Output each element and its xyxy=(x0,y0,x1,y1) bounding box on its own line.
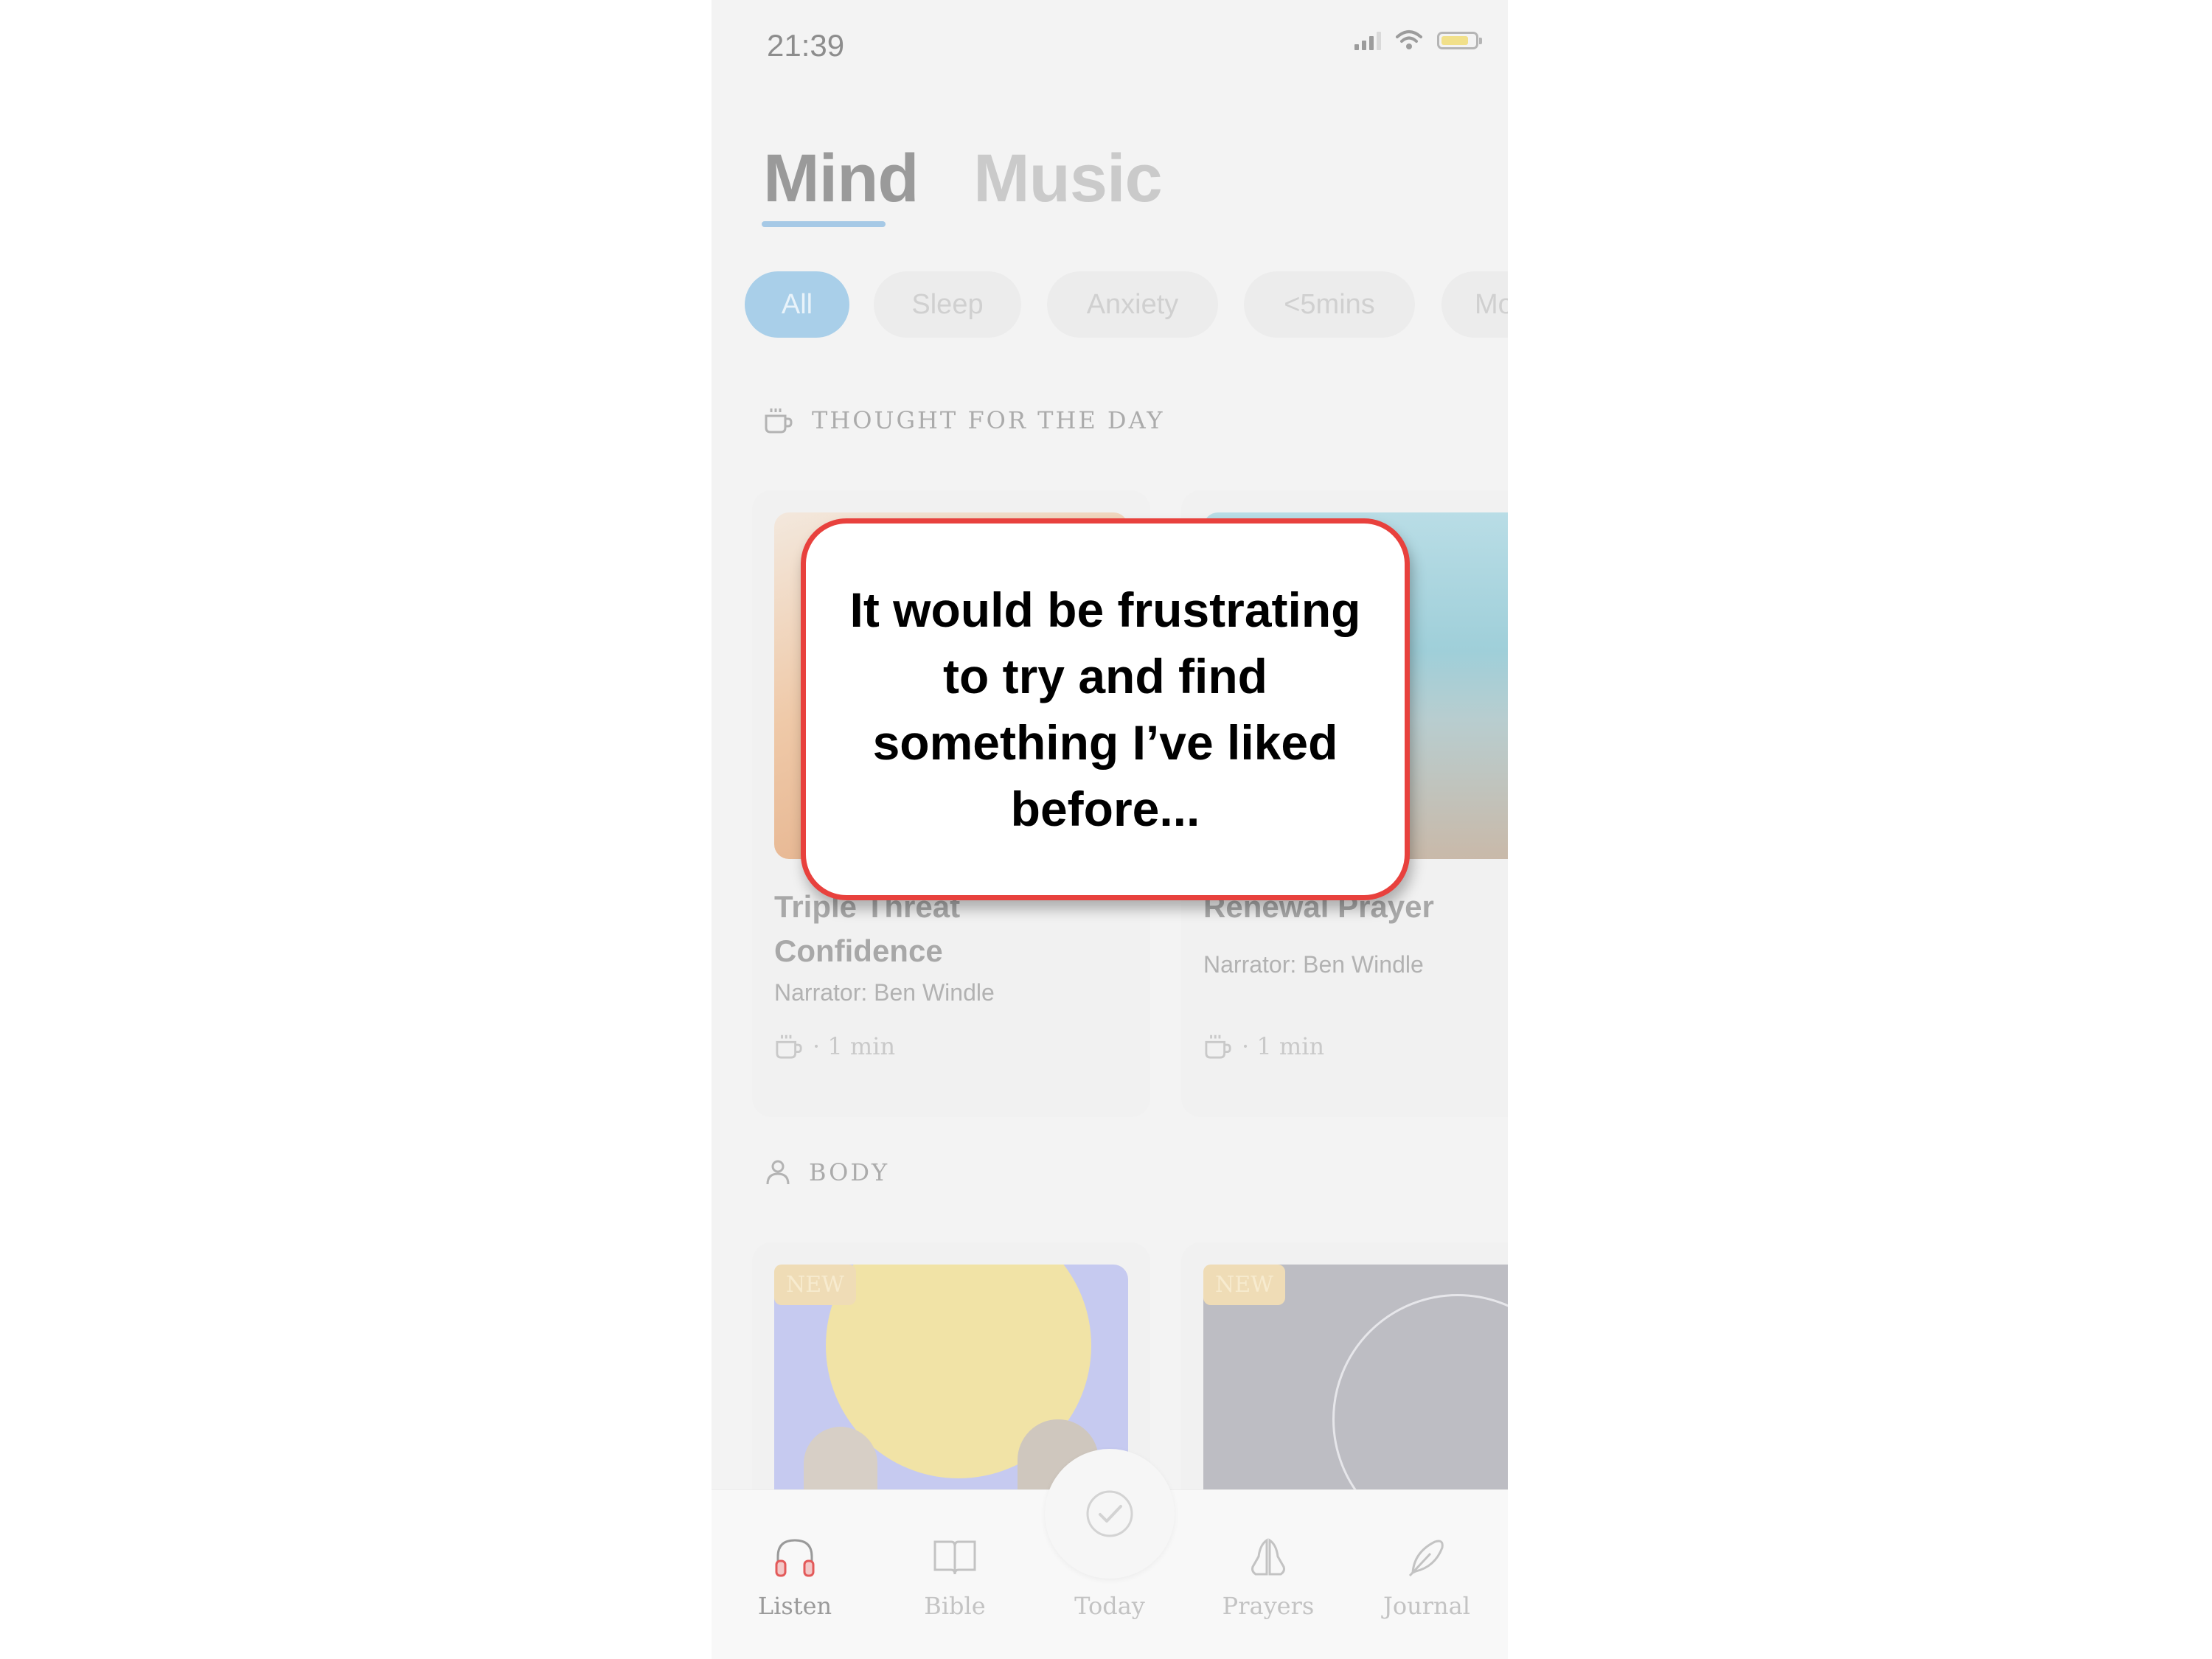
person-icon xyxy=(766,1160,790,1185)
nav-bible[interactable]: Bible xyxy=(896,1534,1014,1620)
check-circle-icon xyxy=(1086,1490,1133,1537)
tab-music[interactable]: Music xyxy=(973,140,1163,218)
chip-all[interactable]: All xyxy=(745,271,849,338)
cup-icon xyxy=(1205,1034,1231,1059)
section-label: THOUGHT FOR THE DAY xyxy=(812,406,1165,434)
chip-more[interactable]: Mo xyxy=(1441,271,1508,338)
book-icon xyxy=(933,1540,976,1575)
card-meta: · 1 min xyxy=(1203,1032,1324,1060)
nav-listen[interactable]: Listen xyxy=(736,1534,854,1620)
card-narrator: Narrator: Ben Windle xyxy=(1203,951,1424,978)
card-duration: · 1 min xyxy=(813,1032,896,1060)
chip-anxiety[interactable]: Anxiety xyxy=(1047,271,1218,338)
status-time: 21:39 xyxy=(767,28,845,63)
nav-label: Journal xyxy=(1383,1592,1470,1620)
wifi-icon xyxy=(1396,30,1422,49)
new-badge: NEW xyxy=(774,1265,856,1305)
headphones-icon xyxy=(775,1539,815,1577)
chip-under-5-mins[interactable]: <5mins xyxy=(1244,271,1415,338)
new-badge: NEW xyxy=(1203,1265,1285,1305)
tab-mind[interactable]: Mind xyxy=(763,140,919,218)
annotation-callout: It would be frustrating to try and find … xyxy=(801,518,1410,900)
nav-journal[interactable]: Journal xyxy=(1368,1534,1486,1620)
chip-sleep[interactable]: Sleep xyxy=(874,271,1021,338)
card-meta: · 1 min xyxy=(774,1032,895,1060)
cup-icon xyxy=(765,408,793,434)
nav-label: Listen xyxy=(757,1592,832,1620)
nav-prayers[interactable]: Prayers xyxy=(1209,1534,1327,1620)
card-narrator: Narrator: Ben Windle xyxy=(774,979,995,1006)
praying-hands-icon xyxy=(1251,1538,1285,1576)
nav-label: Bible xyxy=(924,1592,986,1620)
today-button[interactable] xyxy=(1045,1449,1175,1579)
active-tab-underline xyxy=(762,221,886,227)
callout-text: It would be frustrating to try and find … xyxy=(849,582,1361,836)
battery-icon xyxy=(1437,32,1482,49)
cellular-signal-icon xyxy=(1354,31,1381,50)
nav-label: Prayers xyxy=(1222,1592,1315,1620)
feather-pen-icon xyxy=(1408,1540,1444,1577)
card-duration: · 1 min xyxy=(1242,1032,1325,1060)
section-thought-for-the-day: THOUGHT FOR THE DAY xyxy=(763,406,1165,435)
cup-icon xyxy=(776,1034,802,1059)
nav-label: Today xyxy=(1074,1592,1145,1620)
section-body: BODY xyxy=(763,1158,889,1187)
status-icons xyxy=(1354,29,1482,52)
section-label: BODY xyxy=(809,1158,890,1186)
